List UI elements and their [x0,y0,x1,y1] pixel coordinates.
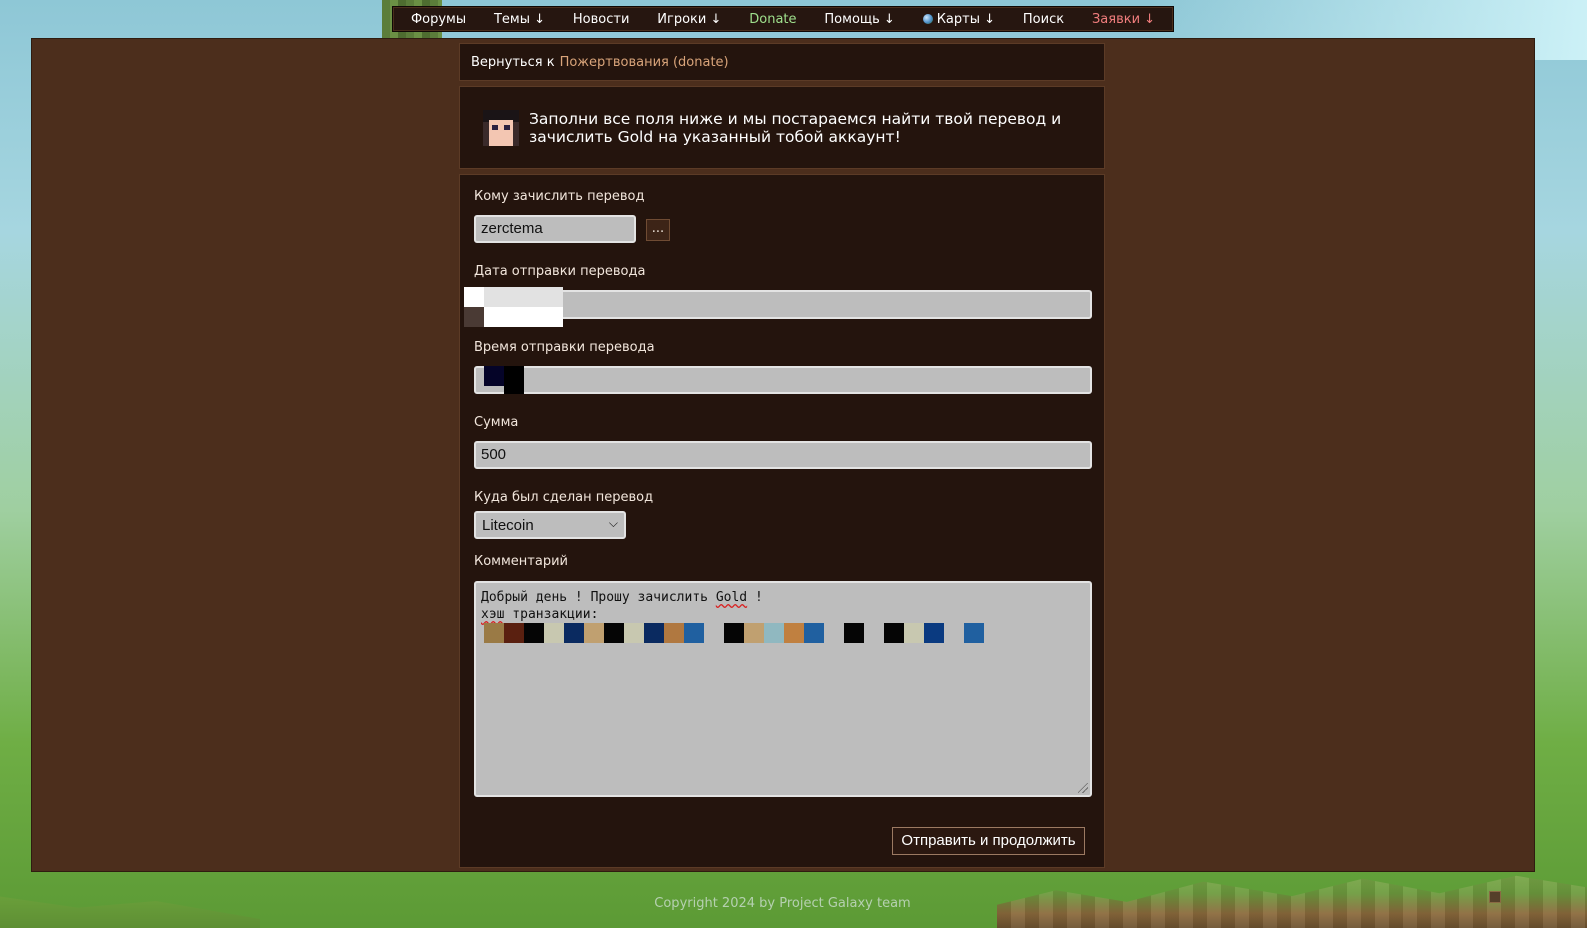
nav-search[interactable]: Поиск [1023,12,1064,27]
recipient-input[interactable]: zerctema [474,215,636,243]
amount-input[interactable]: 500 [474,441,1092,469]
recipient-picker-button[interactable]: ... [646,219,670,241]
avatar [483,110,519,146]
nav-news[interactable]: Новости [573,12,630,27]
submit-button[interactable]: Отправить и продолжить [892,827,1085,855]
nav-maps-label: Карты ↓ [936,11,996,27]
chevron-down-icon: ⌵ [608,516,618,530]
redaction-block [464,307,484,327]
nav-donate[interactable]: Donate [749,12,796,27]
destination-selected-value: Litecoin [482,517,534,534]
comment-textarea[interactable]: Добрый день ! Прошу зачислить Gold ! хэш… [474,581,1092,797]
destination-select[interactable]: Litecoin ⌵ [474,511,626,539]
comment-line: Добрый день ! Прошу зачислить Gold ! [481,589,1085,606]
resize-handle[interactable] [1078,783,1088,793]
redaction-block [464,287,484,307]
comment-line: хэш транзакции: [481,606,1085,623]
time-label: Время отправки перевода [474,340,655,355]
destination-label: Куда был сделан перевод [474,490,654,505]
nav-topics[interactable]: Темы ↓ [494,12,545,27]
breadcrumb: Вернуться к Пожертвования (donate) [459,43,1105,81]
breadcrumb-prefix: Вернуться к [471,54,555,70]
redaction-block [504,386,524,394]
comment-text-misspelled: хэш [481,607,505,622]
nav-help[interactable]: Помощь ↓ [824,12,894,27]
time-input[interactable] [474,366,1092,394]
redacted-hash [484,623,984,643]
avatar-eye [504,125,510,130]
redaction-block [504,366,524,386]
nav-forums[interactable]: Форумы [411,12,466,27]
redaction-block [484,287,563,307]
footer-copyright: Copyright 2024 by Project Galaxy team [654,896,911,911]
date-input[interactable] [474,290,1092,319]
redaction-block [484,366,504,386]
comment-text: Добрый день ! Прошу зачислить [481,590,716,605]
recipient-label: Кому зачислить перевод [474,189,645,204]
top-navigation: Форумы Темы ↓ Новости Игроки ↓ Donate По… [392,6,1174,32]
avatar-eye [492,125,498,130]
intro-panel: Заполни все поля ниже и мы постараемся н… [459,86,1105,169]
comment-label: Комментарий [474,554,568,569]
scroll-top-icon[interactable] [1489,891,1501,903]
nav-requests[interactable]: Заявки ↓ [1092,12,1155,27]
donation-form: Кому зачислить перевод zerctema ... Дата… [459,174,1105,868]
avatar-face [489,120,513,146]
nav-players[interactable]: Игроки ↓ [657,12,721,27]
amount-label: Сумма [474,415,519,430]
comment-text-misspelled: Gold [715,590,748,605]
intro-message: Заполни все поля ниже и мы постараемся н… [529,110,1062,146]
breadcrumb-link-donations[interactable]: Пожертвования (donate) [560,55,729,70]
comment-text: ! [747,590,763,605]
globe-icon [922,14,933,24]
nav-maps[interactable]: Карты ↓ [922,11,996,27]
date-label: Дата отправки перевода [474,264,646,279]
comment-text: транзакции: [504,607,599,622]
